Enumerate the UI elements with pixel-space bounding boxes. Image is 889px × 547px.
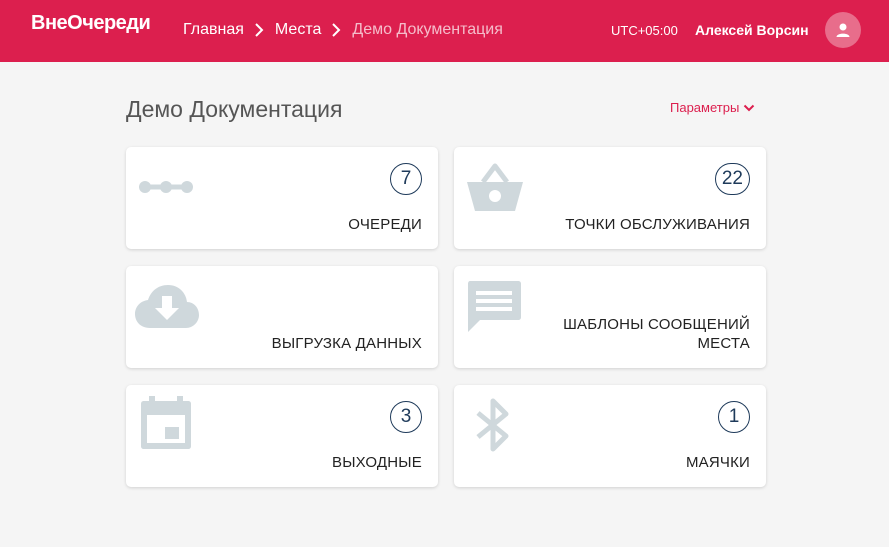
- card-message-templates[interactable]: ШАБЛОНЫ СООБЩЕНИЙ МЕСТА: [454, 266, 766, 368]
- message-icon: [468, 281, 521, 332]
- label-line-2: МЕСТА: [697, 335, 750, 352]
- user-icon: [836, 23, 850, 37]
- card-queues-label: ОЧЕРЕДИ: [348, 216, 422, 233]
- beacons-count-badge: 1: [718, 401, 750, 433]
- label-line-1: ШАБЛОНЫ СООБЩЕНИЙ: [563, 316, 750, 333]
- bluetooth-icon: [476, 398, 509, 452]
- card-data-export-label: ВЫГРУЗКА ДАННЫХ: [271, 335, 422, 352]
- card-beacons[interactable]: 1 МАЯЧКИ: [454, 385, 766, 487]
- basket-icon: [467, 163, 523, 211]
- top-bar: ВнеОчереди Главная Места Демо Документац…: [0, 0, 889, 62]
- card-service-points-label: ТОЧКИ ОБСЛУЖИВАНИЯ: [565, 216, 750, 233]
- card-queues[interactable]: 7 ОЧЕРЕДИ: [126, 147, 438, 249]
- service-points-count-badge: 22: [714, 163, 750, 195]
- avatar[interactable]: [825, 12, 861, 48]
- card-message-templates-label: ШАБЛОНЫ СООБЩЕНИЙ МЕСТА: [563, 315, 750, 353]
- card-days-off-label: ВЫХОДНЫЕ: [331, 454, 422, 471]
- card-days-off[interactable]: 3 ВЫХОДНЫЕ: [126, 385, 438, 487]
- queues-count-badge: 7: [390, 163, 422, 195]
- queue-dots-icon: [139, 181, 193, 193]
- days-off-count-badge: 3: [390, 401, 422, 433]
- chevron-down-icon: [744, 104, 755, 111]
- chevron-right-icon: [329, 23, 343, 37]
- breadcrumb-home[interactable]: Главная: [183, 21, 244, 39]
- parameters-label: Параметры: [670, 100, 740, 115]
- card-service-points[interactable]: 22 ТОЧКИ ОБСЛУЖИВАНИЯ: [454, 147, 766, 249]
- chevron-right-icon: [252, 23, 266, 37]
- card-data-export[interactable]: ВЫГРУЗКА ДАННЫХ: [126, 266, 438, 368]
- page-title: Демо Документация: [126, 96, 343, 122]
- parameters-dropdown[interactable]: Параметры: [670, 100, 755, 115]
- calendar-icon: [141, 396, 191, 449]
- card-beacons-label: МАЯЧКИ: [685, 454, 750, 471]
- breadcrumb-places[interactable]: Места: [275, 21, 321, 39]
- user-name[interactable]: Алексей Ворсин: [695, 22, 809, 38]
- timezone-label[interactable]: UTC+05:00: [611, 23, 678, 38]
- breadcrumb-current: Демо Документация: [352, 21, 503, 38]
- logo[interactable]: ВнеОчереди: [31, 12, 151, 35]
- cloud-download-icon: [135, 285, 199, 328]
- breadcrumb: Главная Места Демо Документация: [183, 21, 503, 39]
